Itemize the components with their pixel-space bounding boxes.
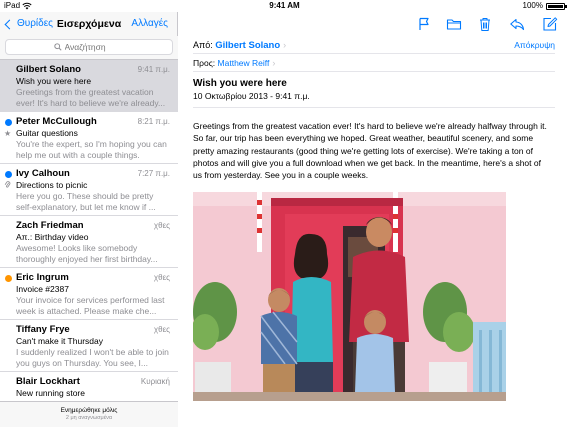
message-sender: Zach Friedman <box>16 220 84 231</box>
delete-button[interactable] <box>477 16 493 32</box>
mail-subject: Wish you were here <box>193 78 287 89</box>
family-photo-image <box>193 192 506 401</box>
message-header: Από: Gilbert Solano › Απόκρυψη Προς: Matt… <box>193 36 555 108</box>
move-to-folder-button[interactable] <box>446 16 462 32</box>
message-sender: Gilbert Solano <box>16 64 81 75</box>
subject-block: Wish you were here 10 Οκτωβρίου 2013 - 9… <box>193 72 555 108</box>
inbox-title: Εισερχόμενα <box>56 18 122 30</box>
message-date: χθες <box>153 325 170 334</box>
flag-dot <box>5 275 12 282</box>
message-preview: Greetings from the greatest vacation eve… <box>16 87 166 108</box>
message-row[interactable]: Tiffany Frye χθες Can't make it Thursday… <box>0 320 178 372</box>
search-input[interactable] <box>64 42 125 52</box>
search-bar <box>0 36 178 60</box>
mail-body: Greetings from the greatest vacation eve… <box>193 121 547 181</box>
message-preview: I suddenly realized I won't be able to j… <box>16 347 169 368</box>
message-subject: New running store <box>16 388 85 398</box>
unread-dot <box>5 171 12 178</box>
message-subject: Directions to picnic <box>16 180 88 190</box>
mail-date: 10 Οκτωβρίου 2013 - 9:41 π.μ. <box>193 91 310 101</box>
message-sender: Tiffany Frye <box>16 324 70 335</box>
star-icon: ★ <box>4 129 12 138</box>
message-preview: You're the expert, so I'm hoping you can… <box>16 139 167 160</box>
message-preview: Your invoice for services performed last… <box>16 295 165 316</box>
message-subject: Απ.: Birthday video <box>16 232 89 242</box>
hide-details-link[interactable]: Απόκρυψη <box>514 36 555 54</box>
message-row[interactable]: ★ Peter McCullough 8:21 π.μ. Guitar ques… <box>0 112 178 164</box>
message-row[interactable]: Ivy Calhoun 7:27 π.μ. Directions to picn… <box>0 164 178 216</box>
from-row: Από: Gilbert Solano › Απόκρυψη <box>193 36 555 54</box>
message-preview: Here you go. These should be pretty self… <box>16 191 156 212</box>
message-date: Κυριακή <box>140 377 170 386</box>
message-detail-pane: Από: Gilbert Solano › Απόκρυψη Προς: Matt… <box>179 12 569 427</box>
message-date: χθες <box>153 273 170 282</box>
chevron-left-icon <box>4 19 15 29</box>
sidebar-footer: Ενημερώθηκε μόλις 2 μη αναγνωσμένα <box>0 401 178 427</box>
compose-button[interactable] <box>542 16 558 32</box>
reply-icon <box>510 18 525 31</box>
battery-icon <box>546 3 567 10</box>
mailboxes-back-button[interactable]: Θυρίδες <box>4 16 53 32</box>
edit-button[interactable]: Αλλαγές <box>131 16 168 32</box>
folder-icon <box>446 19 462 30</box>
battery-percent: 100% <box>522 1 543 10</box>
search-field[interactable] <box>5 39 173 55</box>
flag-icon <box>419 17 429 30</box>
chevron-right-icon: › <box>283 40 287 50</box>
from-label: Από: <box>193 40 213 50</box>
message-date: 7:27 π.μ. <box>137 169 170 178</box>
message-sender: Ivy Calhoun <box>16 168 70 179</box>
message-row[interactable]: Eric Ingrum χθες Invoice #2387 Your invo… <box>0 268 178 320</box>
mailbox-sidebar: Θυρίδες Εισερχόμενα Αλλαγές Gilbert Sola… <box>0 12 178 427</box>
message-sender: Eric Ingrum <box>16 272 69 283</box>
message-row[interactable]: Blair Lockhart Κυριακή New running store <box>0 372 178 401</box>
back-button-label: Θυρίδες <box>17 18 54 29</box>
message-sender: Peter McCullough <box>16 116 97 127</box>
message-date: χθες <box>153 221 170 230</box>
paperclip-icon <box>4 181 11 188</box>
message-date: 8:21 π.μ. <box>137 117 170 126</box>
to-row: Προς: Matthew Reiff › <box>193 54 555 72</box>
flag-button[interactable] <box>416 16 432 32</box>
message-row[interactable]: Gilbert Solano 9:41 π.μ. Wish you were h… <box>0 60 178 112</box>
recipient-name-link[interactable]: Matthew Reiff <box>218 58 270 68</box>
message-list: Gilbert Solano 9:41 π.μ. Wish you were h… <box>0 60 178 401</box>
chevron-right-icon: › <box>272 58 276 68</box>
message-sender: Blair Lockhart <box>16 376 80 387</box>
search-icon <box>53 43 62 51</box>
status-time: 9:41 AM <box>269 1 300 10</box>
to-label: Προς: <box>193 58 216 68</box>
message-toolbar <box>179 12 569 36</box>
message-subject: Wish you were here <box>16 76 92 86</box>
trash-icon <box>480 18 490 31</box>
update-status: Ενημερώθηκε μόλις <box>60 407 118 414</box>
message-preview: Awesome! Looks like somebody thoroughly … <box>16 243 158 264</box>
message-subject: Can't make it Thursday <box>16 336 103 346</box>
sender-name-link[interactable]: Gilbert Solano <box>215 40 280 51</box>
unread-count: 2 μη αναγνωσμένα <box>65 415 113 421</box>
status-bar: iPad 9:41 AM 100% <box>0 0 569 12</box>
compose-icon <box>543 17 558 31</box>
message-subject: Guitar questions <box>16 128 78 138</box>
message-row[interactable]: Zach Friedman χθες Απ.: Birthday video A… <box>0 216 178 268</box>
sidebar-nav-bar: Θυρίδες Εισερχόμενα Αλλαγές <box>0 12 178 36</box>
unread-dot <box>5 119 12 126</box>
attached-photo[interactable] <box>193 192 506 401</box>
message-subject: Invoice #2387 <box>16 284 69 294</box>
reply-button[interactable] <box>509 16 525 32</box>
message-date: 9:41 π.μ. <box>137 65 170 74</box>
